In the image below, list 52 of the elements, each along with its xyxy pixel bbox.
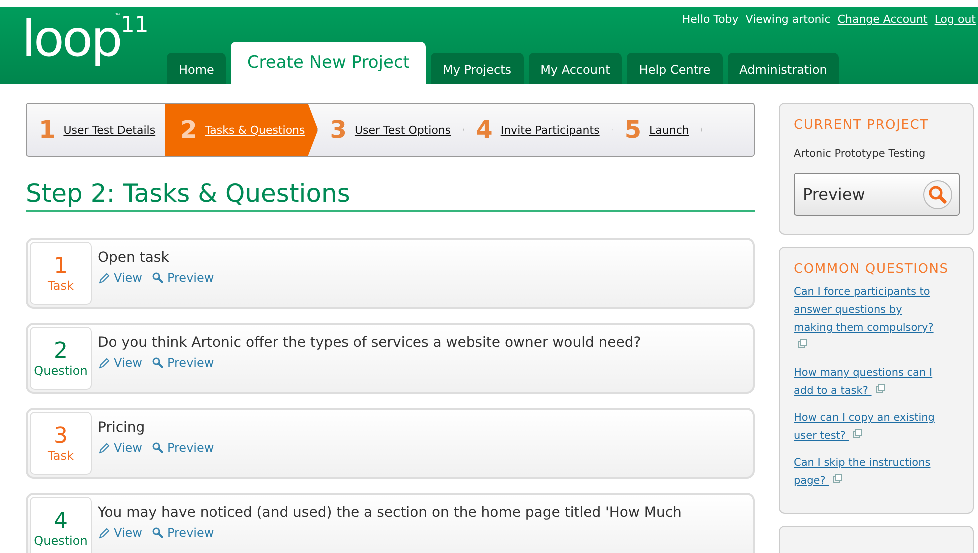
action-link[interactable]: Preview (152, 441, 214, 455)
search-icon (152, 357, 164, 369)
item-title: Open task (98, 250, 170, 266)
item-badge: 3 Task (30, 412, 92, 475)
item-title: You may have noticed (and used) the a section on the home page titled 'How Much (98, 505, 682, 521)
nav-tab[interactable]: My Account (528, 53, 622, 84)
help-link[interactable]: How many questions can I add to a task? (794, 364, 944, 400)
external-link-icon (876, 384, 886, 394)
action-link[interactable]: Preview (152, 526, 214, 540)
preview-button[interactable]: Preview (794, 173, 960, 216)
help-link[interactable]: Can I skip the instructions page? (794, 454, 944, 490)
search-icon (923, 180, 953, 210)
nav-tab[interactable]: Home (167, 53, 226, 84)
search-icon (152, 527, 164, 539)
project-name: Artonic Prototype Testing (794, 148, 927, 160)
pencil-icon (98, 526, 111, 540)
step-tab[interactable]: 4 Invite Participants (464, 104, 613, 156)
nav-tab[interactable]: My Projects (430, 53, 524, 84)
page-heading: Step 2: Tasks & Questions (26, 179, 755, 212)
greeting-text: Hello Toby (682, 13, 739, 26)
item-badge: 2 Question (30, 327, 92, 390)
item-title: Do you think Artonic offer the types of services a website owner would need? (98, 335, 642, 351)
action-link[interactable]: View (98, 271, 142, 285)
item-badge: 1 Task (30, 242, 92, 305)
viewing-text: Viewing artonic (746, 13, 831, 26)
item-title: Pricing (98, 420, 146, 436)
action-link[interactable]: View (98, 526, 142, 540)
action-link[interactable]: Preview (152, 271, 214, 285)
help-link[interactable]: Can I force participants to answer questions by making them compulsory? (794, 283, 944, 355)
header-link[interactable]: Change Account (838, 13, 928, 26)
search-icon (152, 442, 164, 454)
nav-tab[interactable]: Help Centre (627, 53, 723, 84)
action-link[interactable]: Preview (152, 356, 214, 370)
search-icon (152, 272, 164, 284)
pencil-icon (98, 356, 111, 370)
pencil-icon (98, 272, 111, 284)
step-tab[interactable]: 2 Tasks & Questions (164, 104, 318, 156)
header-link[interactable]: Log out (934, 13, 976, 26)
action-link[interactable]: View (98, 356, 142, 370)
external-link-icon (833, 474, 844, 484)
panel-heading: COMMON QUESTIONS (794, 262, 950, 277)
external-link-icon (798, 339, 808, 349)
step-tab[interactable]: 3 User Test Options (318, 104, 464, 156)
external-link-icon (853, 429, 864, 439)
panel-heading: CURRENT PROJECT (794, 118, 930, 133)
item-badge: 4 Question (30, 497, 92, 553)
action-link[interactable]: View (98, 441, 142, 455)
nav-tab[interactable]: Create New Project (231, 42, 426, 84)
help-link[interactable]: How can I copy an existing user test? (794, 409, 944, 445)
nav-tab[interactable]: Administration (728, 53, 840, 84)
pencil-icon (98, 442, 111, 454)
step-tab[interactable]: 5 Launch (612, 104, 702, 156)
